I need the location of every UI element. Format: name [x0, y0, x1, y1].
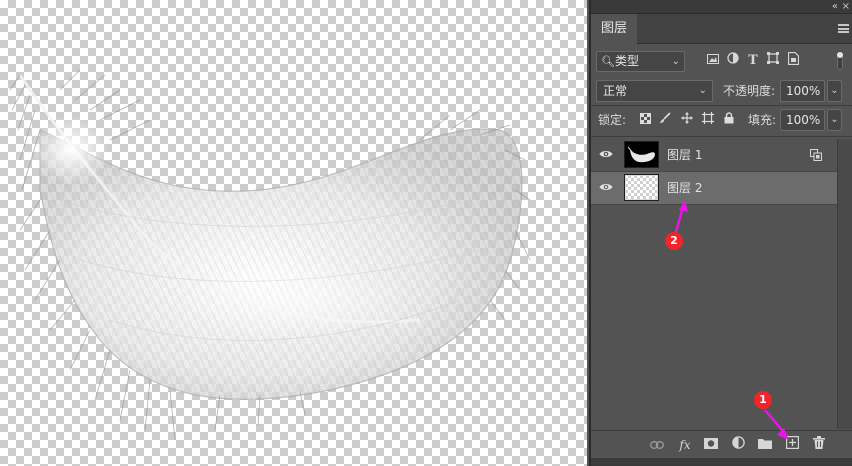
smart-object-badge-icon: [810, 149, 822, 161]
visibility-eye-icon[interactable]: [599, 182, 613, 192]
layer-name: 图层 1: [667, 148, 703, 162]
divider: [591, 105, 852, 106]
lock-position-icon[interactable]: [679, 111, 695, 129]
layer-name: 图层 2: [667, 181, 703, 195]
layer-row-1[interactable]: 图层 1: [591, 139, 837, 172]
feather-shape: [9, 69, 531, 441]
opacity-input[interactable]: 100%: [780, 80, 825, 102]
fill-input[interactable]: 100%: [780, 109, 825, 131]
adjustment-filter-icon[interactable]: [724, 52, 742, 70]
visibility-eye-icon[interactable]: [599, 149, 613, 159]
shape-filter-icon[interactable]: [764, 52, 782, 70]
lock-transparent-pixels-icon[interactable]: [637, 111, 653, 129]
annotation-marker-1: 1: [754, 391, 772, 409]
collapse-panels-icon[interactable]: «: [832, 0, 838, 13]
panel-header-strip: « ×: [591, 0, 852, 14]
document-canvas[interactable]: [0, 0, 587, 466]
lock-image-pixels-icon[interactable]: [657, 111, 673, 129]
layer-list-scrollbar[interactable]: [837, 139, 852, 429]
layer-row-2[interactable]: 图层 2: [591, 172, 837, 205]
tab-layers[interactable]: 图层: [591, 14, 637, 44]
chevron-down-icon: ⌄: [671, 56, 680, 67]
layer-thumbnail: [624, 174, 659, 201]
panel-bottom-strip: [591, 458, 852, 466]
lock-artboard-icon[interactable]: [700, 111, 716, 129]
feather-image: [9, 69, 531, 441]
add-mask-icon[interactable]: [701, 435, 721, 455]
image-filter-icon[interactable]: [704, 52, 722, 70]
annotation-marker-2: 2: [665, 232, 683, 250]
lock-label: 锁定:: [598, 113, 627, 127]
layers-panel: « × 图层 🔍︎ 类型 ⌄ T 正常 ⌄ 不透明度: 100% ⌄ 锁定: 填…: [589, 0, 852, 466]
opacity-label: 不透明度:: [723, 84, 776, 98]
blend-mode-value: 正常: [603, 84, 628, 98]
delete-layer-icon[interactable]: [809, 435, 829, 455]
blend-mode-select[interactable]: 正常 ⌄: [596, 80, 713, 102]
search-icon: 🔍︎: [601, 55, 615, 68]
link-layers-icon[interactable]: [647, 435, 667, 455]
layer-list: 图层 1 图层 2: [591, 139, 837, 429]
close-panel-icon[interactable]: ×: [842, 0, 850, 13]
panel-menu-icon[interactable]: [838, 24, 849, 33]
layer-style-icon[interactable]: fx: [675, 435, 695, 455]
feather-thumbnail-icon: [627, 146, 655, 163]
filter-kind-label: 类型: [615, 54, 640, 68]
fill-label: 填充:: [748, 113, 777, 127]
filter-kind-select[interactable]: 🔍︎ 类型 ⌄: [596, 51, 685, 72]
chevron-down-icon: ⌄: [698, 85, 707, 96]
new-layer-icon[interactable]: [782, 435, 802, 455]
opacity-dropdown-button[interactable]: ⌄: [827, 80, 842, 102]
fill-dropdown-button[interactable]: ⌄: [827, 109, 842, 131]
type-filter-icon[interactable]: T: [744, 52, 762, 70]
adjustment-layer-icon[interactable]: [728, 435, 748, 455]
layers-bottom-toolbar: fx: [591, 430, 852, 458]
lock-all-icon[interactable]: [721, 111, 737, 129]
panel-tab-row: 图层: [591, 14, 852, 44]
new-group-icon[interactable]: [755, 435, 775, 455]
filter-toggle-switch[interactable]: [837, 52, 843, 70]
layer-thumbnail: [624, 141, 659, 168]
divider: [591, 136, 852, 137]
smart-object-filter-icon[interactable]: [784, 51, 802, 70]
